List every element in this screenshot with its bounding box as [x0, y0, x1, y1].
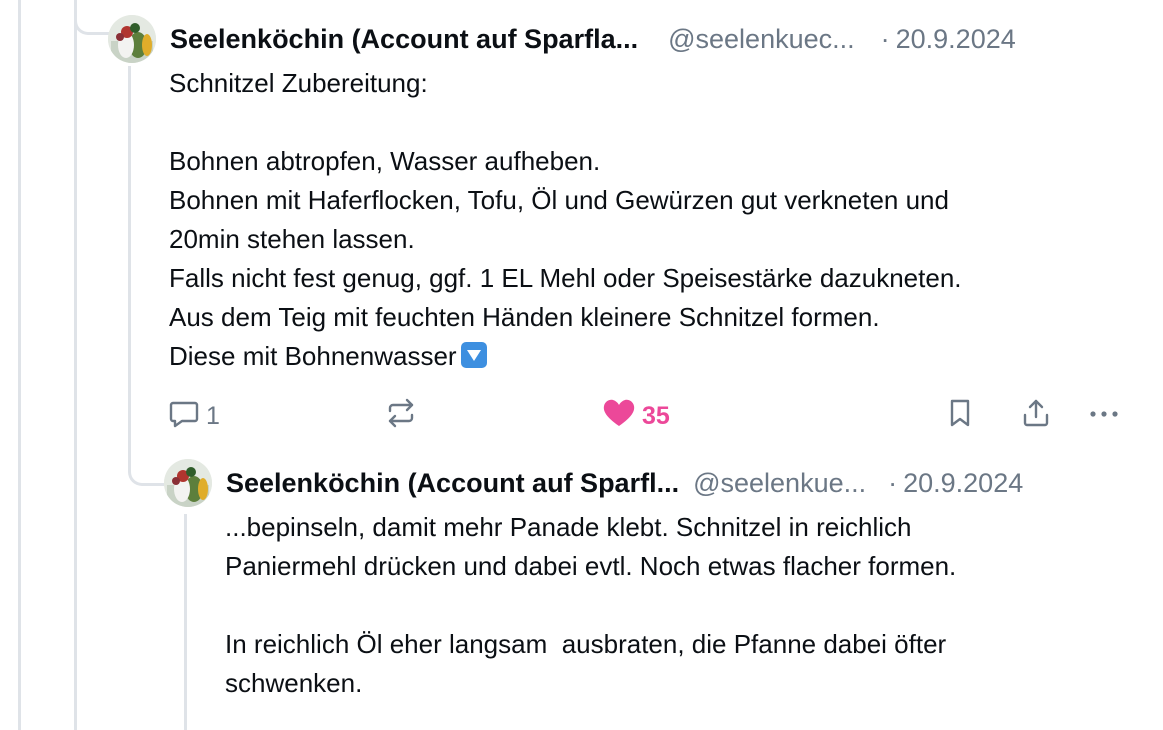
thread-line-inner: [128, 66, 131, 456]
separator-dot: ·: [880, 24, 890, 54]
repost-icon: [384, 397, 418, 436]
like-count: 35: [642, 401, 670, 430]
reply-icon: [168, 397, 200, 436]
repost-button[interactable]: [384, 396, 418, 436]
bookmark-icon: [946, 397, 974, 436]
avatar[interactable]: [108, 15, 156, 63]
post-text-content: ...bepinseln, damit mehr Panade klebt. S…: [225, 512, 957, 698]
author-handle[interactable]: @seelenkuec...: [668, 22, 855, 56]
like-button[interactable]: 35: [602, 396, 670, 436]
post-date[interactable]: 20.9.2024: [896, 22, 1016, 56]
author-name[interactable]: Seelenköchin (Account auf Sparfl...: [226, 466, 679, 500]
author-name[interactable]: Seelenköchin (Account auf Sparfla...: [170, 22, 638, 56]
heart-icon: [602, 397, 636, 436]
reply-count: 1: [206, 401, 220, 430]
post-text: Schnitzel Zubereitung: Bohnen abtropfen,…: [169, 64, 1149, 376]
thread-line-middle: [74, 0, 77, 730]
post-actions: 1 35: [168, 396, 1126, 436]
share-icon: [1020, 397, 1052, 436]
author-handle[interactable]: @seelenkue...: [693, 466, 866, 500]
avatar[interactable]: [164, 459, 212, 507]
post-header: Seelenköchin (Account auf Sparfla... @se…: [170, 22, 1016, 56]
thread-view: Seelenköchin (Account auf Sparfla... @se…: [0, 0, 1163, 730]
more-icon: [1086, 397, 1122, 436]
thread-line-outer: [18, 0, 21, 730]
post-text: ...bepinseln, damit mehr Panade klebt. S…: [225, 508, 1145, 703]
more-button[interactable]: [1086, 396, 1122, 436]
thread-line-reply: [184, 514, 187, 730]
thread-connector-1: [74, 0, 113, 35]
bookmark-button[interactable]: [946, 396, 974, 436]
post-text-content: Schnitzel Zubereitung: Bohnen abtropfen,…: [169, 68, 962, 371]
down-arrow-emoji: [460, 342, 487, 368]
post-header: Seelenköchin (Account auf Sparfl... @see…: [226, 466, 1023, 500]
share-button[interactable]: [1020, 396, 1052, 436]
separator-dot: ·: [888, 468, 898, 498]
reply-button[interactable]: 1: [168, 396, 220, 436]
thread-connector-2: [128, 440, 167, 486]
post-date[interactable]: 20.9.2024: [903, 466, 1023, 500]
